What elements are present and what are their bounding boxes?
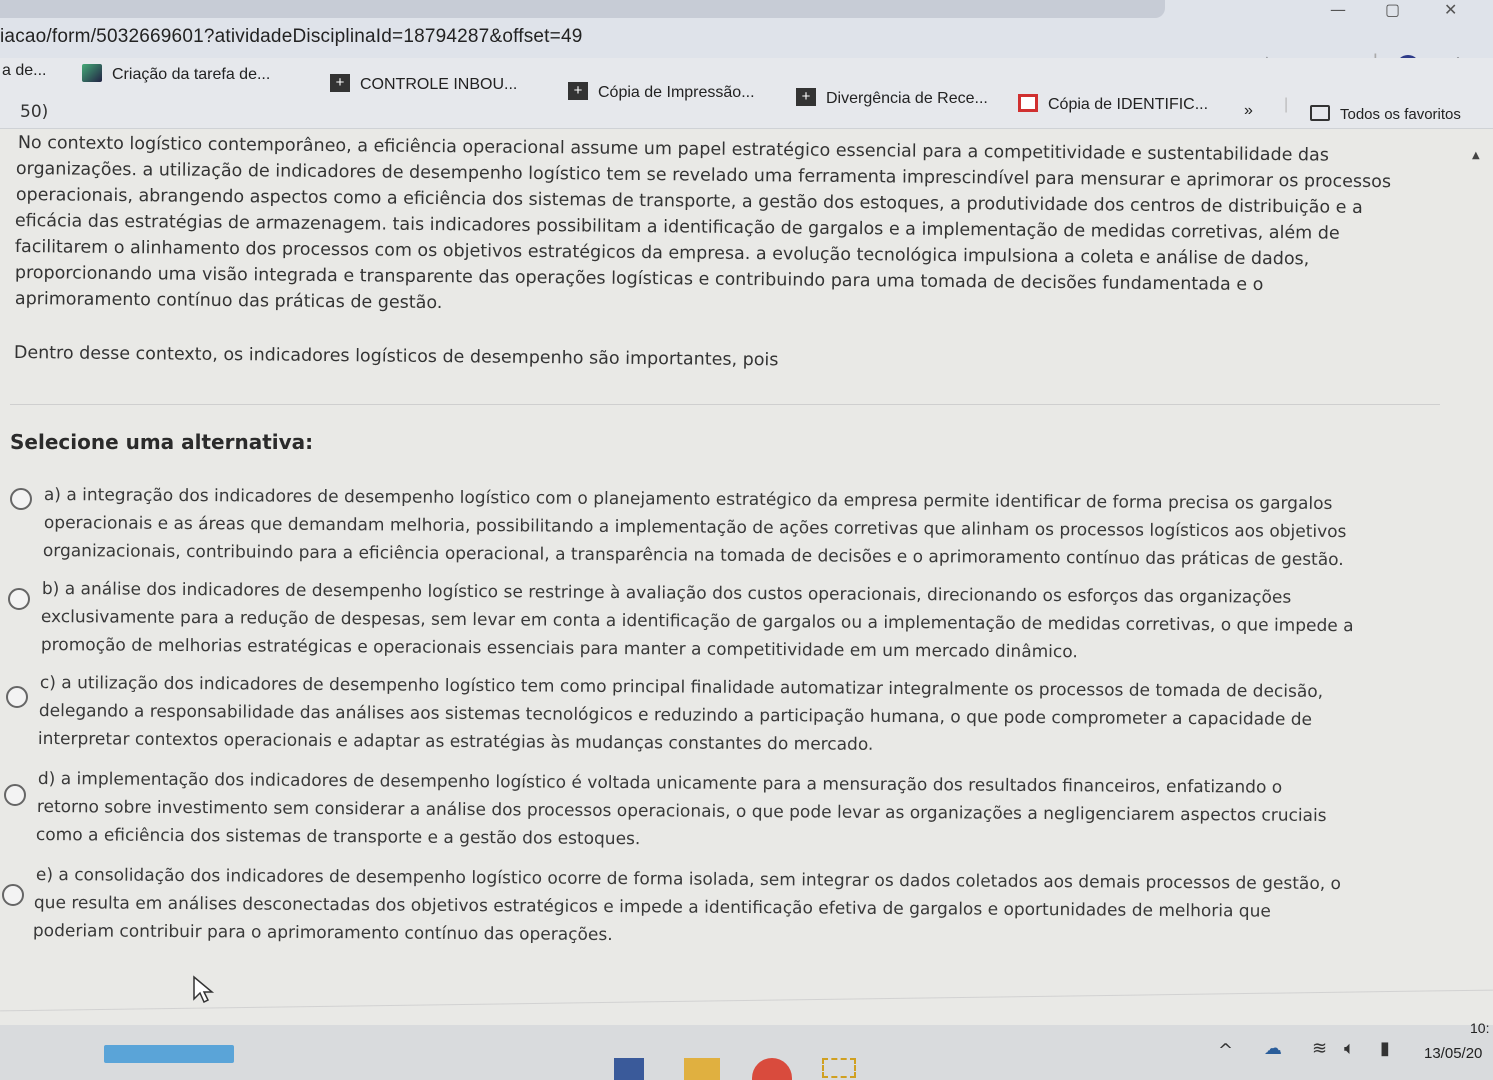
option-a-text[interactable]: organizacionais, contribuindo para a efi… — [43, 540, 1344, 571]
bookmark-item[interactable]: Cópia de IDENTIFIC... — [1018, 94, 1208, 114]
scroll-up-icon[interactable]: ▲ — [1472, 150, 1480, 161]
question-prompt: Dentro desse contexto, os indicadores lo… — [13, 342, 779, 371]
divider — [0, 989, 1493, 1012]
option-d-text[interactable]: retorno sobre investimento sem considera… — [37, 796, 1327, 827]
option-e-text[interactable]: que resulta em análises desconectadas do… — [34, 892, 1271, 923]
divider — [10, 404, 1440, 405]
bookmarks-separator: | — [1284, 96, 1289, 113]
battery-icon[interactable]: ▮ — [1380, 1038, 1390, 1059]
option-a-text[interactable]: a) a integração dos indicadores de desem… — [44, 484, 1333, 515]
clock-date[interactable]: 13/05/20 — [1424, 1045, 1482, 1062]
option-b-radio[interactable] — [8, 588, 30, 610]
dark-plus-icon: + — [330, 74, 350, 92]
option-d-radio[interactable] — [4, 784, 26, 806]
option-c-radio[interactable] — [6, 686, 28, 708]
dark-plus-icon: + — [568, 82, 588, 100]
chevron-up-icon[interactable]: ^ — [1218, 1040, 1233, 1061]
bookmark-item[interactable]: + CONTROLE INBOU... — [330, 74, 517, 94]
onedrive-icon[interactable]: ☁ — [1264, 1038, 1282, 1059]
taskbar-app-icon[interactable] — [614, 1058, 644, 1080]
clock-time[interactable]: 10: — [1470, 1020, 1489, 1036]
select-alternative-label: Selecione uma alternativa: — [10, 430, 314, 454]
option-e-radio[interactable] — [2, 884, 24, 906]
option-e-text[interactable]: e) a consolidação dos indicadores de des… — [36, 864, 1341, 895]
bookmark-item[interactable]: a de... — [2, 62, 46, 80]
folder-icon — [1310, 105, 1330, 122]
image-icon — [82, 64, 102, 82]
bookmark-item[interactable]: + Divergência de Rece... — [796, 88, 988, 108]
option-d-text[interactable]: como a eficiência dos sistemas de transp… — [36, 824, 641, 850]
option-a-radio[interactable] — [10, 488, 32, 510]
option-b-text[interactable]: b) a análise dos indicadores de desempen… — [42, 578, 1291, 609]
option-b-text[interactable]: exclusivamente para a redução de despesa… — [41, 606, 1354, 637]
option-a-text[interactable]: operacionais e as áreas que demandam mel… — [44, 512, 1347, 543]
mouse-cursor-icon — [193, 975, 215, 1004]
question-number: 50) — [20, 102, 49, 122]
bookmark-item[interactable]: Criação da tarefa de... — [82, 64, 270, 84]
option-b-text[interactable]: promoção de melhorias estratégicas e ope… — [41, 634, 1078, 663]
volume-icon[interactable]: 🔈︎ — [1344, 1038, 1355, 1059]
close-icon[interactable]: ✕ — [1444, 0, 1457, 19]
option-c-text[interactable]: interpretar contextos operacionais e ada… — [38, 728, 874, 756]
browser-toolbar: — ▢ ✕ iacao/form/5032669601?atividadeDis… — [0, 0, 1493, 58]
tab-strip[interactable] — [0, 0, 1165, 18]
taskbar-active-window[interactable] — [104, 1045, 234, 1063]
wifi-icon[interactable]: ≋ — [1312, 1038, 1327, 1059]
more-bookmarks-button[interactable]: » — [1244, 102, 1253, 120]
maximize-icon[interactable]: ▢ — [1385, 0, 1400, 19]
taskbar-app-icon[interactable] — [822, 1058, 856, 1078]
question-paragraph-line: aprimoramento contínuo das práticas de g… — [14, 288, 443, 314]
minimize-icon[interactable]: — — [1330, 0, 1346, 19]
option-c-text[interactable]: delegando a responsabilidade das análise… — [39, 700, 1312, 731]
option-c-text[interactable]: c) a utilização dos indicadores de desem… — [40, 672, 1323, 703]
address-bar-url[interactable]: iacao/form/5032669601?atividadeDisciplin… — [0, 26, 582, 48]
bookmarks-bar: a de... Criação da tarefa de... + CONTROL… — [0, 58, 1493, 129]
all-favorites-button[interactable]: Todos os favoritos — [1310, 105, 1461, 123]
taskbar-app-icon[interactable] — [684, 1058, 720, 1080]
option-e-text[interactable]: poderiam contribuir para o aprimoramento… — [33, 920, 613, 946]
red-square-icon — [1018, 94, 1038, 112]
option-d-text[interactable]: d) a implementação dos indicadores de de… — [38, 768, 1282, 799]
bookmark-item[interactable]: + Cópia de Impressão... — [568, 82, 755, 102]
dark-plus-icon: + — [796, 88, 816, 106]
